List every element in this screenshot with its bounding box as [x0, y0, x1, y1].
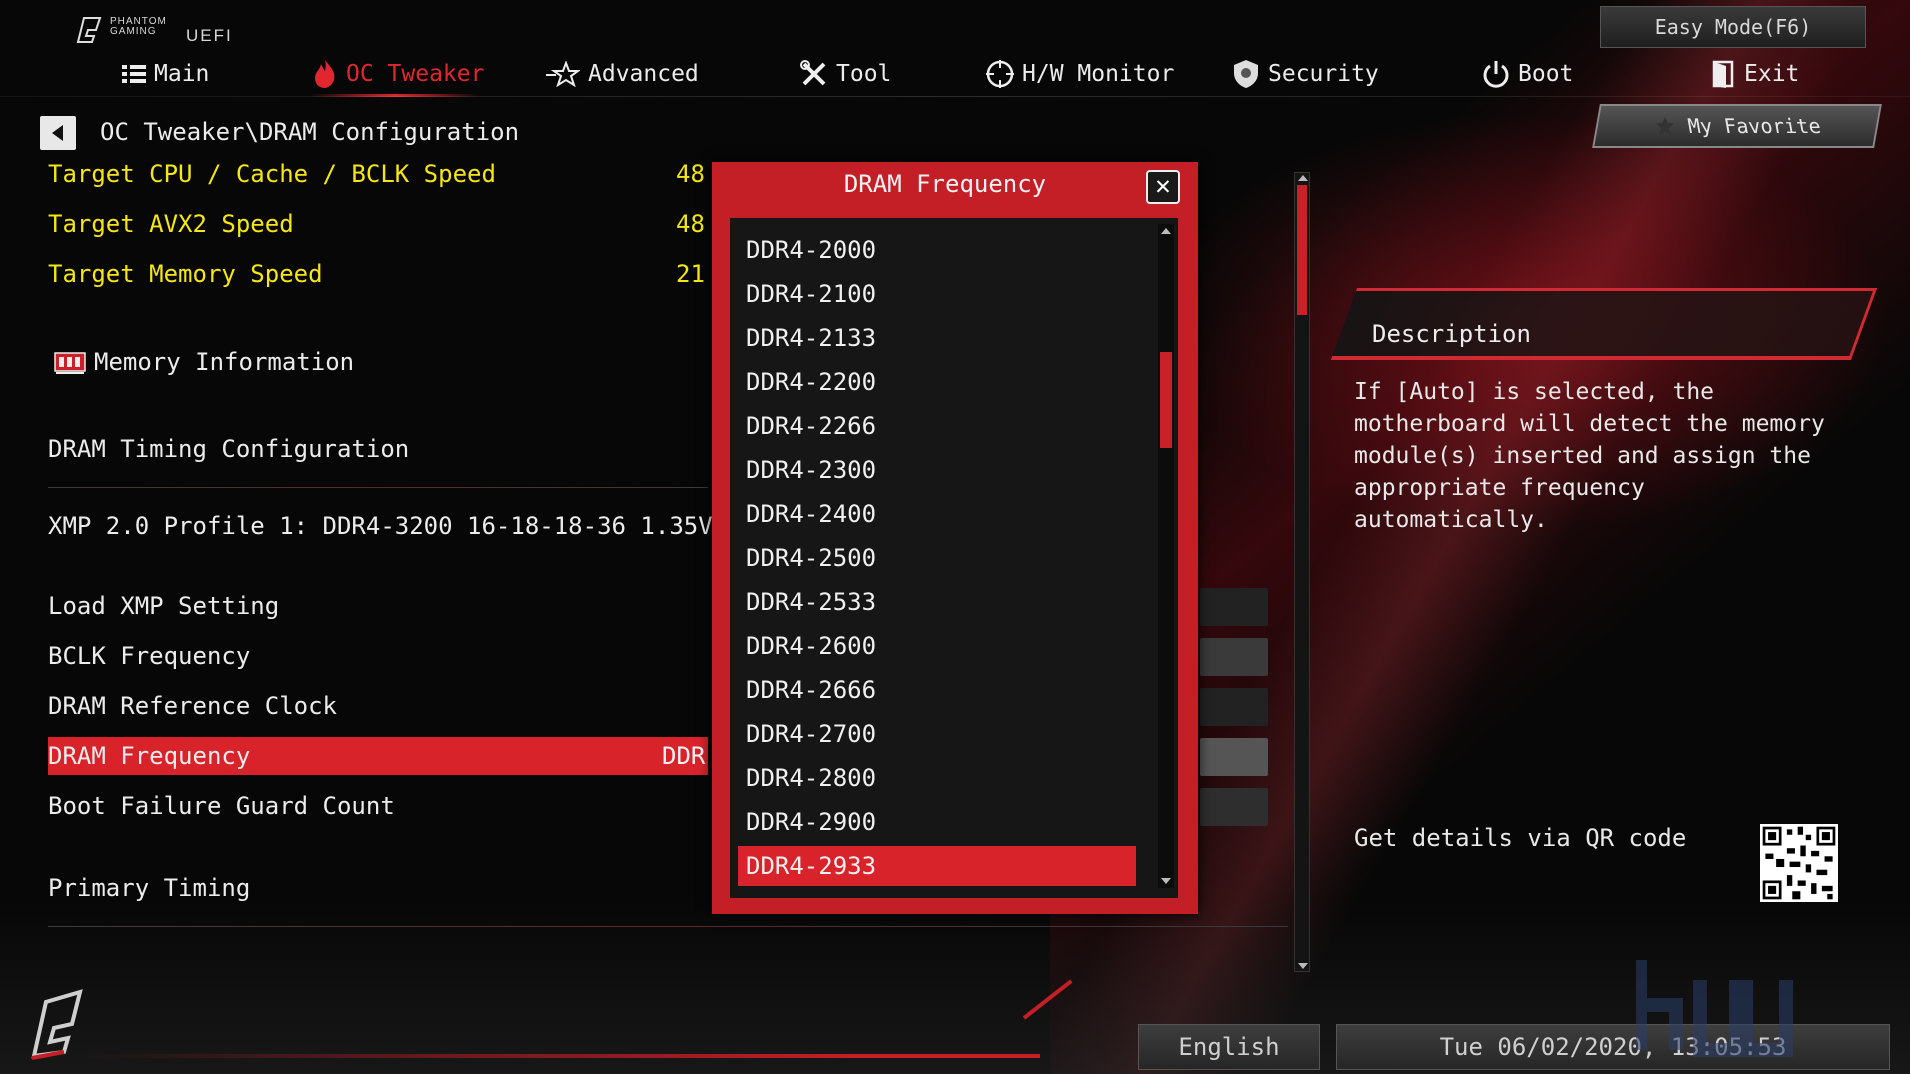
target-memory-speed-label: Target Memory Speed	[48, 260, 323, 288]
frequency-option[interactable]: DDR4-2100	[738, 274, 1136, 314]
scroll-up-arrow-icon[interactable]	[1298, 175, 1308, 181]
tab-oc-tweaker[interactable]: OC Tweaker	[312, 56, 484, 92]
frequency-option[interactable]: DDR4-2400	[738, 494, 1136, 534]
monitor-icon	[986, 60, 1014, 88]
tab-oc-tweaker-label: OC Tweaker	[346, 61, 485, 87]
dram-timing-configuration-item[interactable]: DRAM Timing Configuration	[48, 435, 409, 463]
section-divider	[48, 487, 708, 488]
tab-security[interactable]: Security	[1232, 56, 1379, 92]
my-favorite-button[interactable]: My Favorite	[1592, 104, 1882, 148]
load-xmp-setting-item[interactable]: Load XMP Setting	[48, 592, 279, 620]
value-box[interactable]	[1200, 788, 1268, 826]
xmp-profile-info: XMP 2.0 Profile 1: DDR4-3200 16-18-18-36…	[48, 512, 713, 540]
tab-tool[interactable]: Tool	[800, 56, 891, 92]
shield-icon	[1234, 60, 1258, 88]
frequency-option[interactable]: DDR4-2300	[738, 450, 1136, 490]
flame-icon	[315, 60, 335, 88]
tab-hw-monitor-label: H/W Monitor	[1022, 61, 1175, 87]
back-button[interactable]	[40, 116, 76, 150]
target-cpu-speed-value: 48	[676, 160, 705, 188]
tab-hw-monitor[interactable]: H/W Monitor	[986, 56, 1174, 92]
bottom-accent-line	[80, 1054, 1040, 1058]
tab-security-label: Security	[1268, 61, 1379, 87]
tab-advanced-label: Advanced	[588, 61, 699, 87]
watermark-logo	[1636, 960, 1793, 1057]
frequency-options-list: DDR4-2000 DDR4-2100 DDR4-2133 DDR4-2200 …	[730, 218, 1178, 898]
dram-frequency-item[interactable]: DRAM Frequency	[48, 742, 250, 770]
frequency-option-selected[interactable]: DDR4-2933	[738, 846, 1136, 886]
qr-code-label: Get details via QR code	[1354, 824, 1687, 852]
target-avx2-speed-label: Target AVX2 Speed	[48, 210, 294, 238]
frequency-option[interactable]: DDR4-2200	[738, 362, 1136, 402]
tab-advanced[interactable]: Advanced	[546, 56, 699, 92]
scroll-down-arrow-icon[interactable]	[1161, 878, 1171, 884]
frequency-option[interactable]: DDR4-2800	[738, 758, 1136, 798]
frequency-option[interactable]: DDR4-2500	[738, 538, 1136, 578]
dialog-title: DRAM Frequency	[843, 170, 1047, 198]
top-nav: Main OC Tweaker Advanced Tool H/W Monito…	[0, 52, 1910, 98]
value-box[interactable]	[1200, 588, 1268, 626]
frequency-option[interactable]: DDR4-2000	[738, 230, 1136, 270]
primary-timing-item[interactable]: Primary Timing	[48, 874, 250, 902]
scroll-up-arrow-icon[interactable]	[1161, 228, 1171, 234]
nav-divider	[0, 96, 1910, 97]
bclk-frequency-item[interactable]: BCLK Frequency	[48, 642, 250, 670]
phantom-gaming-icon	[76, 17, 102, 43]
value-box[interactable]	[1200, 738, 1268, 776]
tab-tool-label: Tool	[836, 61, 892, 87]
scrollbar-thumb[interactable]	[1297, 185, 1307, 315]
frequency-option[interactable]: DDR4-2600	[738, 626, 1136, 666]
frequency-option[interactable]: DDR4-2533	[738, 582, 1136, 622]
main-scrollbar[interactable]	[1294, 172, 1310, 972]
power-icon	[1483, 61, 1509, 88]
target-memory-speed-value: 21	[676, 260, 705, 288]
description-title: Description	[1372, 320, 1531, 348]
boot-failure-guard-count-item[interactable]: Boot Failure Guard Count	[48, 792, 395, 820]
logo-brand-text: PHANTOM GAMING	[110, 16, 167, 37]
dram-frequency-value: DDR	[662, 742, 706, 770]
tab-exit-label: Exit	[1744, 61, 1800, 87]
frequency-option[interactable]: DDR4-2900	[738, 802, 1136, 842]
target-cpu-speed-label: Target CPU / Cache / BCLK Speed	[48, 160, 496, 188]
value-box[interactable]	[1200, 688, 1268, 726]
frequency-option[interactable]: DDR4-2666	[738, 670, 1136, 710]
frequency-option[interactable]: DDR4-2266	[738, 406, 1136, 446]
tab-exit[interactable]: Exit	[1712, 56, 1799, 92]
list-icon	[122, 65, 146, 83]
frequency-option[interactable]: DDR4-2133	[738, 318, 1136, 358]
phantom-gaming-logo: PHANTOM GAMING UEFI	[74, 14, 244, 48]
tab-main[interactable]: Main	[122, 56, 209, 92]
dialog-scrollbar[interactable]	[1158, 224, 1174, 888]
scroll-down-arrow-icon[interactable]	[1298, 963, 1308, 969]
memory-module-icon	[54, 352, 86, 374]
logo-uefi-text: UEFI	[186, 26, 233, 45]
exit-door-icon	[1712, 60, 1734, 88]
close-icon[interactable]: ✕	[1146, 170, 1180, 204]
language-button[interactable]: English	[1138, 1024, 1320, 1070]
tab-boot-label: Boot	[1518, 61, 1574, 87]
dram-frequency-dialog: DRAM Frequency ✕ DDR4-2000 DDR4-2100 DDR…	[712, 162, 1198, 914]
dram-reference-clock-item[interactable]: DRAM Reference Clock	[48, 692, 337, 720]
favorite-star-icon	[1655, 117, 1674, 135]
phantom-gaming-bottom-icon	[31, 989, 83, 1060]
target-avx2-speed-value: 48	[676, 210, 705, 238]
breadcrumb: OC Tweaker\DRAM Configuration	[100, 118, 520, 146]
tab-main-label: Main	[154, 61, 210, 87]
dialog-scrollbar-thumb[interactable]	[1160, 352, 1172, 448]
star-icon	[546, 61, 580, 87]
tab-boot[interactable]: Boot	[1482, 56, 1573, 92]
frequency-option[interactable]: DDR4-2700	[738, 714, 1136, 754]
my-favorite-label: My Favorite	[1685, 114, 1823, 138]
section-divider-bottom	[48, 926, 1288, 927]
qr-code-icon	[1760, 824, 1838, 902]
easy-mode-button[interactable]: Easy Mode(F6)	[1600, 6, 1866, 48]
memory-information-item[interactable]: Memory Information	[94, 348, 354, 376]
value-box[interactable]	[1200, 638, 1268, 676]
description-text: If [Auto] is selected, the motherboard w…	[1354, 379, 1825, 533]
tools-icon	[800, 60, 826, 86]
